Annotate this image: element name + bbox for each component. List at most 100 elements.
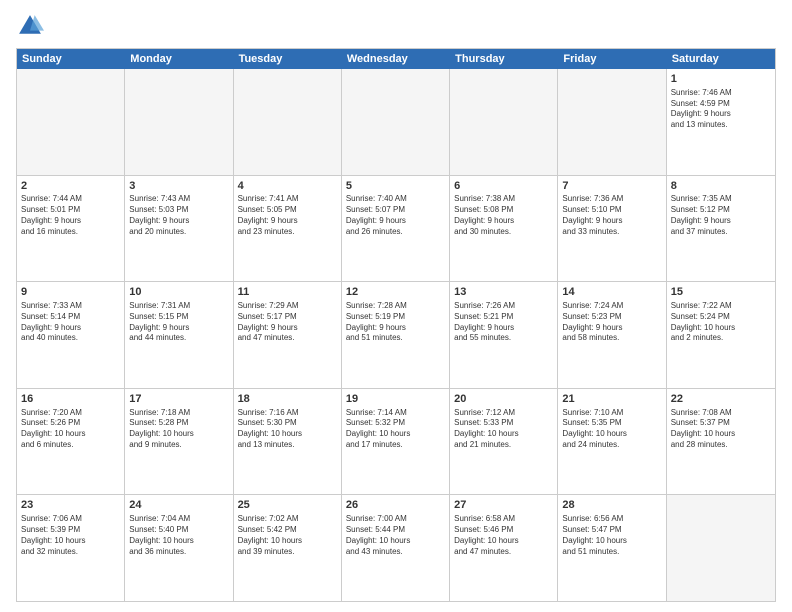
day-info: Sunrise: 7:28 AM Sunset: 5:19 PM Dayligh… [346,301,445,344]
day-number: 25 [238,498,337,513]
calendar-row: 16Sunrise: 7:20 AM Sunset: 5:26 PM Dayli… [17,389,775,496]
calendar-cell: 21Sunrise: 7:10 AM Sunset: 5:35 PM Dayli… [558,389,666,495]
day-number: 24 [129,498,228,513]
day-number: 12 [346,285,445,300]
calendar-body: 1Sunrise: 7:46 AM Sunset: 4:59 PM Daylig… [17,69,775,601]
calendar-cell: 16Sunrise: 7:20 AM Sunset: 5:26 PM Dayli… [17,389,125,495]
calendar-cell: 13Sunrise: 7:26 AM Sunset: 5:21 PM Dayli… [450,282,558,388]
day-number: 19 [346,392,445,407]
calendar-cell: 27Sunrise: 6:58 AM Sunset: 5:46 PM Dayli… [450,495,558,601]
calendar-cell: 18Sunrise: 7:16 AM Sunset: 5:30 PM Dayli… [234,389,342,495]
day-info: Sunrise: 7:36 AM Sunset: 5:10 PM Dayligh… [562,194,661,237]
day-info: Sunrise: 7:10 AM Sunset: 5:35 PM Dayligh… [562,408,661,451]
day-number: 9 [21,285,120,300]
day-info: Sunrise: 6:56 AM Sunset: 5:47 PM Dayligh… [562,514,661,557]
weekday-header: Friday [558,49,666,69]
calendar-cell: 4Sunrise: 7:41 AM Sunset: 5:05 PM Daylig… [234,176,342,282]
calendar-cell: 11Sunrise: 7:29 AM Sunset: 5:17 PM Dayli… [234,282,342,388]
day-info: Sunrise: 7:00 AM Sunset: 5:44 PM Dayligh… [346,514,445,557]
day-info: Sunrise: 7:16 AM Sunset: 5:30 PM Dayligh… [238,408,337,451]
logo [16,12,48,40]
calendar-cell: 28Sunrise: 6:56 AM Sunset: 5:47 PM Dayli… [558,495,666,601]
calendar: SundayMondayTuesdayWednesdayThursdayFrid… [16,48,776,602]
calendar-cell: 22Sunrise: 7:08 AM Sunset: 5:37 PM Dayli… [667,389,775,495]
calendar-row: 1Sunrise: 7:46 AM Sunset: 4:59 PM Daylig… [17,69,775,176]
weekday-header: Sunday [17,49,125,69]
day-info: Sunrise: 7:29 AM Sunset: 5:17 PM Dayligh… [238,301,337,344]
day-number: 4 [238,179,337,194]
day-number: 17 [129,392,228,407]
day-info: Sunrise: 7:41 AM Sunset: 5:05 PM Dayligh… [238,194,337,237]
day-info: Sunrise: 7:20 AM Sunset: 5:26 PM Dayligh… [21,408,120,451]
day-number: 5 [346,179,445,194]
day-info: Sunrise: 7:02 AM Sunset: 5:42 PM Dayligh… [238,514,337,557]
calendar-cell [234,69,342,175]
calendar-cell: 5Sunrise: 7:40 AM Sunset: 5:07 PM Daylig… [342,176,450,282]
day-number: 6 [454,179,553,194]
calendar-cell: 12Sunrise: 7:28 AM Sunset: 5:19 PM Dayli… [342,282,450,388]
day-info: Sunrise: 6:58 AM Sunset: 5:46 PM Dayligh… [454,514,553,557]
calendar-header: SundayMondayTuesdayWednesdayThursdayFrid… [17,49,775,69]
day-info: Sunrise: 7:31 AM Sunset: 5:15 PM Dayligh… [129,301,228,344]
day-info: Sunrise: 7:26 AM Sunset: 5:21 PM Dayligh… [454,301,553,344]
calendar-cell: 24Sunrise: 7:04 AM Sunset: 5:40 PM Dayli… [125,495,233,601]
day-number: 14 [562,285,661,300]
day-number: 21 [562,392,661,407]
day-info: Sunrise: 7:04 AM Sunset: 5:40 PM Dayligh… [129,514,228,557]
calendar-row: 9Sunrise: 7:33 AM Sunset: 5:14 PM Daylig… [17,282,775,389]
day-number: 28 [562,498,661,513]
day-number: 3 [129,179,228,194]
calendar-cell: 23Sunrise: 7:06 AM Sunset: 5:39 PM Dayli… [17,495,125,601]
weekday-header: Monday [125,49,233,69]
calendar-cell: 25Sunrise: 7:02 AM Sunset: 5:42 PM Dayli… [234,495,342,601]
day-info: Sunrise: 7:33 AM Sunset: 5:14 PM Dayligh… [21,301,120,344]
day-info: Sunrise: 7:14 AM Sunset: 5:32 PM Dayligh… [346,408,445,451]
day-number: 13 [454,285,553,300]
weekday-header: Tuesday [234,49,342,69]
day-info: Sunrise: 7:12 AM Sunset: 5:33 PM Dayligh… [454,408,553,451]
day-info: Sunrise: 7:06 AM Sunset: 5:39 PM Dayligh… [21,514,120,557]
day-number: 22 [671,392,771,407]
day-number: 26 [346,498,445,513]
day-number: 15 [671,285,771,300]
day-number: 2 [21,179,120,194]
calendar-cell [558,69,666,175]
day-number: 1 [671,72,771,87]
day-info: Sunrise: 7:40 AM Sunset: 5:07 PM Dayligh… [346,194,445,237]
day-number: 11 [238,285,337,300]
weekday-header: Thursday [450,49,558,69]
calendar-cell: 26Sunrise: 7:00 AM Sunset: 5:44 PM Dayli… [342,495,450,601]
calendar-cell: 20Sunrise: 7:12 AM Sunset: 5:33 PM Dayli… [450,389,558,495]
day-number: 23 [21,498,120,513]
calendar-cell: 9Sunrise: 7:33 AM Sunset: 5:14 PM Daylig… [17,282,125,388]
day-info: Sunrise: 7:35 AM Sunset: 5:12 PM Dayligh… [671,194,771,237]
day-number: 18 [238,392,337,407]
page: SundayMondayTuesdayWednesdayThursdayFrid… [0,0,792,612]
calendar-cell: 10Sunrise: 7:31 AM Sunset: 5:15 PM Dayli… [125,282,233,388]
calendar-cell [450,69,558,175]
calendar-cell: 2Sunrise: 7:44 AM Sunset: 5:01 PM Daylig… [17,176,125,282]
weekday-header: Wednesday [342,49,450,69]
day-info: Sunrise: 7:46 AM Sunset: 4:59 PM Dayligh… [671,88,771,131]
calendar-cell [125,69,233,175]
calendar-row: 23Sunrise: 7:06 AM Sunset: 5:39 PM Dayli… [17,495,775,601]
day-info: Sunrise: 7:43 AM Sunset: 5:03 PM Dayligh… [129,194,228,237]
calendar-cell: 15Sunrise: 7:22 AM Sunset: 5:24 PM Dayli… [667,282,775,388]
day-number: 27 [454,498,553,513]
day-number: 8 [671,179,771,194]
calendar-cell [342,69,450,175]
day-info: Sunrise: 7:18 AM Sunset: 5:28 PM Dayligh… [129,408,228,451]
weekday-header: Saturday [667,49,775,69]
day-info: Sunrise: 7:24 AM Sunset: 5:23 PM Dayligh… [562,301,661,344]
calendar-cell: 14Sunrise: 7:24 AM Sunset: 5:23 PM Dayli… [558,282,666,388]
calendar-cell: 17Sunrise: 7:18 AM Sunset: 5:28 PM Dayli… [125,389,233,495]
logo-icon [16,12,44,40]
day-number: 7 [562,179,661,194]
header [16,12,776,40]
calendar-cell: 19Sunrise: 7:14 AM Sunset: 5:32 PM Dayli… [342,389,450,495]
day-number: 10 [129,285,228,300]
calendar-cell: 6Sunrise: 7:38 AM Sunset: 5:08 PM Daylig… [450,176,558,282]
day-info: Sunrise: 7:44 AM Sunset: 5:01 PM Dayligh… [21,194,120,237]
day-number: 20 [454,392,553,407]
day-info: Sunrise: 7:08 AM Sunset: 5:37 PM Dayligh… [671,408,771,451]
